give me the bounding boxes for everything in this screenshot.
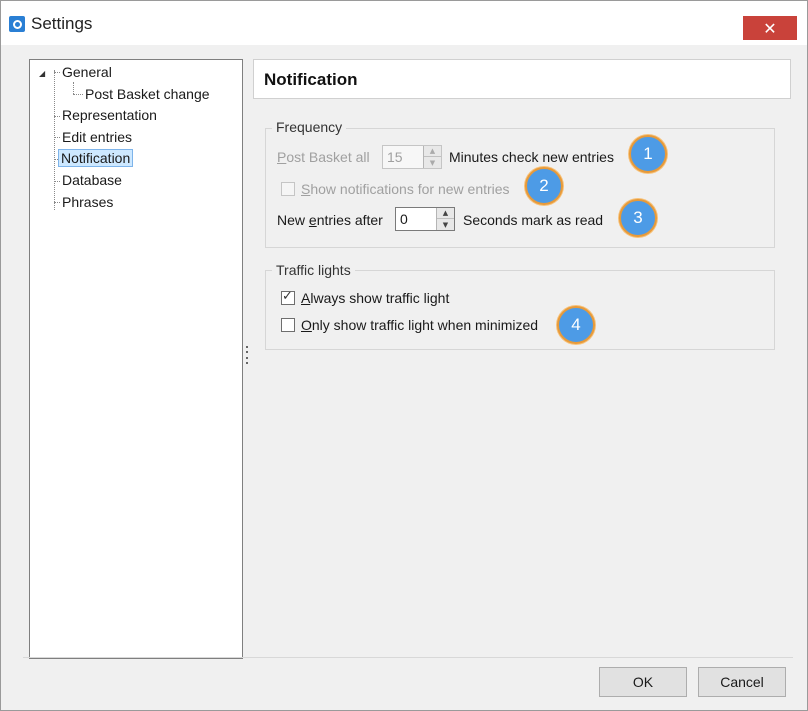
tree-item-representation[interactable]: Representation bbox=[62, 105, 157, 125]
post-basket-suffix: Minutes check new entries bbox=[449, 149, 614, 165]
tree-connector bbox=[54, 70, 55, 210]
section-header: Notification bbox=[253, 59, 791, 99]
only-minimized-label: Only show traffic light when minimized bbox=[301, 317, 539, 333]
page-title: Notification bbox=[264, 70, 358, 89]
post-basket-label: Post Basket all bbox=[277, 149, 370, 165]
only-minimized-checkbox[interactable] bbox=[281, 318, 295, 332]
title-bar: Settings ✕ bbox=[1, 1, 807, 45]
tree-item-edit-entries[interactable]: Edit entries bbox=[62, 127, 132, 147]
tree-connector bbox=[73, 94, 83, 95]
tree-connector bbox=[54, 181, 60, 182]
triangle-expanded-icon[interactable]: ◢ bbox=[39, 69, 45, 78]
tree-item-general[interactable]: General bbox=[62, 62, 112, 82]
tree-item-label: Post Basket change bbox=[85, 86, 210, 102]
tree-item-database[interactable]: Database bbox=[62, 170, 122, 190]
bottom-divider bbox=[23, 657, 793, 658]
spin-down-icon[interactable]: ▼ bbox=[424, 157, 441, 168]
tree-item-notification[interactable]: Notification bbox=[58, 148, 134, 168]
post-basket-stepper[interactable]: 15 ▲ ▼ bbox=[382, 145, 442, 169]
tree-connector bbox=[54, 137, 60, 138]
tree-item-label: Notification bbox=[58, 149, 134, 167]
frequency-legend: Frequency bbox=[272, 119, 347, 135]
tree-connector bbox=[54, 202, 60, 203]
client-area: ◢ General Post Basket change Representat… bbox=[23, 56, 793, 659]
tree-item-label: Database bbox=[62, 172, 122, 188]
always-show-label: Always show traffic light bbox=[301, 290, 450, 306]
new-entries-suffix: Seconds mark as read bbox=[463, 212, 604, 228]
tree-item-post-basket-change[interactable]: Post Basket change bbox=[85, 84, 210, 104]
spin-down-icon[interactable]: ▼ bbox=[437, 219, 454, 230]
new-entries-label: New entries after bbox=[277, 212, 383, 228]
traffic-lights-group bbox=[265, 270, 775, 350]
post-basket-value: 15 bbox=[387, 149, 403, 165]
close-button[interactable]: ✕ bbox=[743, 16, 797, 40]
tree-connector bbox=[73, 82, 74, 94]
tree-item-phrases[interactable]: Phrases bbox=[62, 192, 113, 212]
tree-item-label: Representation bbox=[62, 107, 157, 123]
ok-button[interactable]: OK bbox=[599, 667, 687, 697]
settings-tree[interactable]: ◢ General Post Basket change Representat… bbox=[29, 59, 243, 659]
spin-up-icon[interactable]: ▲ bbox=[437, 208, 454, 219]
new-entries-stepper[interactable]: 0 ▲ ▼ bbox=[395, 207, 455, 231]
show-notifications-checkbox[interactable] bbox=[281, 182, 295, 196]
show-notifications-label: Show notifications for new entries bbox=[301, 181, 510, 197]
window-title: Settings bbox=[31, 14, 93, 33]
tree-connector bbox=[54, 72, 60, 73]
app-icon bbox=[9, 16, 25, 32]
tree-item-label: Edit entries bbox=[62, 129, 133, 145]
tree-item-label: Phrases bbox=[62, 194, 114, 210]
cancel-button[interactable]: Cancel bbox=[698, 667, 786, 697]
splitter-handle[interactable] bbox=[245, 346, 249, 364]
callout-badge-4: 4 bbox=[557, 306, 595, 344]
callout-badge-3: 3 bbox=[619, 199, 657, 237]
callout-badge-2: 2 bbox=[525, 167, 563, 205]
always-show-checkbox[interactable]: ✓ bbox=[281, 289, 295, 305]
spin-up-icon[interactable]: ▲ bbox=[424, 146, 441, 157]
tree-connector bbox=[54, 116, 60, 117]
settings-window: Settings ✕ ◢ General Post Basket change … bbox=[0, 0, 808, 711]
traffic-lights-legend: Traffic lights bbox=[272, 262, 355, 278]
tree-item-label: General bbox=[62, 64, 112, 80]
check-icon: ✓ bbox=[282, 289, 293, 304]
new-entries-value: 0 bbox=[400, 211, 408, 227]
callout-badge-1: 1 bbox=[629, 135, 667, 173]
